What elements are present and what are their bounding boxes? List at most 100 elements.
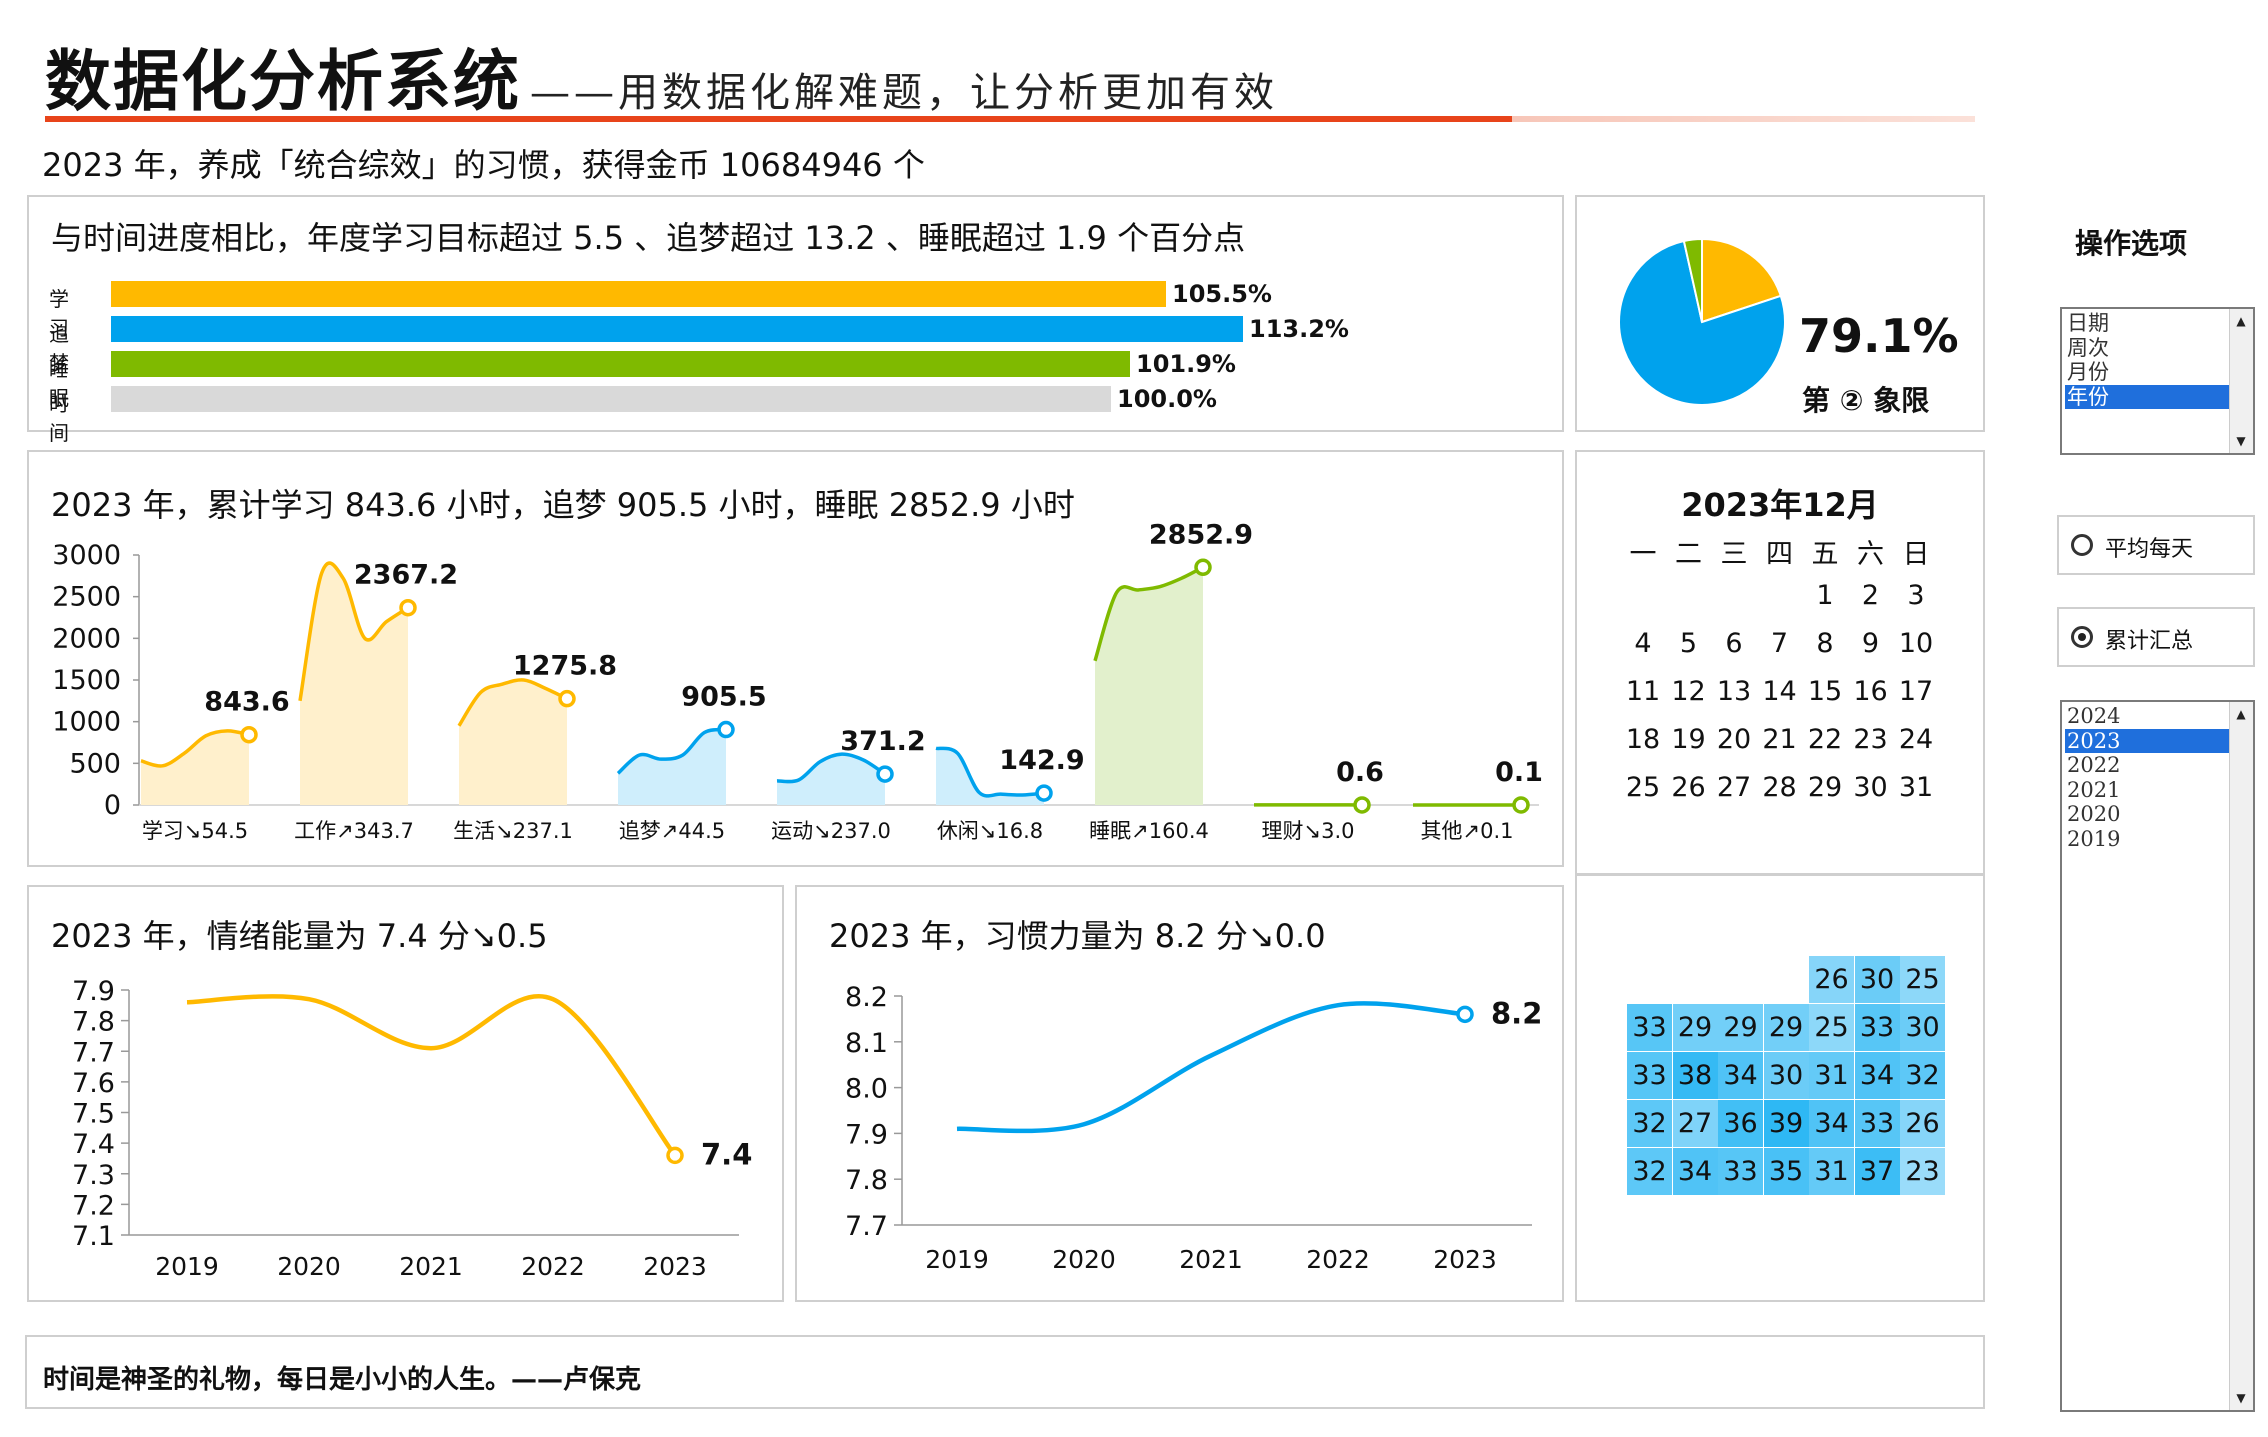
calendar-day[interactable]: 19 bbox=[1667, 724, 1711, 755]
scroll-down-icon[interactable]: ▼ bbox=[2230, 1386, 2252, 1410]
heatmap-cell[interactable]: 34 bbox=[1718, 1052, 1763, 1099]
calendar-day[interactable]: 24 bbox=[1894, 724, 1938, 755]
scroll-up-icon[interactable]: ▲ bbox=[2230, 309, 2252, 333]
heatmap-cell[interactable]: 33 bbox=[1718, 1148, 1763, 1195]
calendar-day[interactable]: 9 bbox=[1849, 628, 1893, 659]
heatmap-cell[interactable]: 29 bbox=[1718, 1004, 1763, 1051]
heatmap-cell[interactable]: 39 bbox=[1763, 1100, 1809, 1147]
end-marker bbox=[1353, 796, 1371, 814]
calendar-day[interactable]: 11 bbox=[1621, 676, 1665, 707]
listbox-option[interactable]: 2022 bbox=[2065, 753, 2229, 777]
heatmap-cell[interactable]: 30 bbox=[1900, 1004, 1945, 1051]
calendar-day[interactable]: 30 bbox=[1849, 772, 1893, 803]
progress-bar bbox=[111, 351, 1131, 377]
calendar-day[interactable]: 5 bbox=[1667, 628, 1711, 659]
radio-option[interactable]: 平均每天 bbox=[2057, 515, 2255, 575]
heatmap-cell[interactable]: 33 bbox=[1854, 1100, 1900, 1147]
calendar-day[interactable]: 13 bbox=[1712, 676, 1756, 707]
calendar-day[interactable]: 28 bbox=[1758, 772, 1802, 803]
heatmap-cell[interactable]: 34 bbox=[1854, 1052, 1900, 1099]
category-label: 运动↘237.0 bbox=[771, 819, 891, 843]
calendar-day[interactable]: 6 bbox=[1712, 628, 1756, 659]
listbox-option[interactable]: 2023 bbox=[2065, 728, 2229, 753]
series-line bbox=[186, 994, 677, 1157]
heatmap-cell[interactable]: 33 bbox=[1854, 1004, 1900, 1051]
heatmap-cell[interactable]: 29 bbox=[1672, 1004, 1718, 1051]
listbox-option[interactable]: 2021 bbox=[2065, 778, 2229, 802]
heatmap-cell[interactable]: 26 bbox=[1900, 1100, 1945, 1147]
heatmap-cell[interactable]: 26 bbox=[1809, 956, 1854, 1003]
radio-label: 累计汇总 bbox=[2105, 629, 2194, 654]
quote-text: 时间是神圣的礼物，每日是小小的人生。——卢保克 bbox=[43, 1365, 642, 1395]
calendar-day[interactable]: 8 bbox=[1803, 628, 1847, 659]
heatmap-cell[interactable]: 27 bbox=[1672, 1100, 1718, 1147]
heatmap-cell[interactable]: 32 bbox=[1627, 1148, 1672, 1195]
end-marker bbox=[1035, 784, 1053, 802]
listbox-option[interactable]: 2020 bbox=[2065, 802, 2229, 826]
calendar-day[interactable]: 29 bbox=[1803, 772, 1847, 803]
heatmap-cell[interactable]: 32 bbox=[1627, 1100, 1672, 1147]
heatmap-cell[interactable]: 35 bbox=[1763, 1148, 1809, 1195]
heatmap-cell[interactable]: 30 bbox=[1763, 1052, 1809, 1099]
heatmap-cell[interactable]: 25 bbox=[1809, 1004, 1854, 1051]
radio-option[interactable]: 累计汇总 bbox=[2057, 607, 2255, 667]
calendar-day[interactable]: 4 bbox=[1621, 628, 1665, 659]
heatmap-cell[interactable]: 23 bbox=[1900, 1148, 1945, 1195]
y-tick-label: 1000 bbox=[52, 707, 121, 738]
heatmap-cell[interactable]: 32 bbox=[1900, 1052, 1945, 1099]
calendar-day[interactable]: 7 bbox=[1758, 628, 1802, 659]
heatmap-cell[interactable]: 29 bbox=[1763, 1004, 1809, 1051]
calendar-day[interactable]: 12 bbox=[1667, 676, 1711, 707]
radio-checked-icon[interactable] bbox=[2071, 626, 2093, 648]
calendar-day[interactable]: 21 bbox=[1758, 724, 1802, 755]
year-listbox-scrollbar[interactable]: ▲ ▼ bbox=[2229, 702, 2253, 1410]
calendar-day[interactable]: 17 bbox=[1894, 676, 1938, 707]
quadrant-pie-chart bbox=[1618, 237, 1786, 406]
calendar-day[interactable]: 15 bbox=[1803, 676, 1847, 707]
calendar-day[interactable]: 20 bbox=[1712, 724, 1756, 755]
year-listbox[interactable]: 2024 2023 2022 2021 2020 2019 ▲ ▼ bbox=[2060, 700, 2255, 1412]
calendar-day[interactable]: 1 bbox=[1803, 580, 1847, 611]
listbox-option[interactable]: 月份 bbox=[2065, 360, 2229, 384]
y-tick-label: 0 bbox=[104, 790, 121, 821]
calendar-month-title: 2023年12月 bbox=[1681, 486, 1879, 524]
calendar-day[interactable]: 14 bbox=[1758, 676, 1802, 707]
calendar-day[interactable]: 18 bbox=[1621, 724, 1665, 755]
heatmap-cell[interactable]: 33 bbox=[1627, 1052, 1672, 1099]
category-label: 睡眠↗160.4 bbox=[1089, 819, 1209, 843]
heatmap-cell[interactable]: 31 bbox=[1809, 1052, 1854, 1099]
calendar-day[interactable]: 22 bbox=[1803, 724, 1847, 755]
calendar-day[interactable]: 31 bbox=[1894, 772, 1938, 803]
calendar-day[interactable]: 2 bbox=[1849, 580, 1893, 611]
heatmap-cell[interactable]: 33 bbox=[1627, 1004, 1672, 1051]
calendar-day[interactable]: 10 bbox=[1894, 628, 1938, 659]
calendar-day[interactable]: 23 bbox=[1849, 724, 1893, 755]
calendar-weekday: 四 bbox=[1766, 539, 1793, 570]
calendar-day[interactable]: 16 bbox=[1849, 676, 1893, 707]
calendar-day[interactable]: 3 bbox=[1894, 580, 1938, 611]
category-label: 学习↘54.5 bbox=[142, 819, 248, 843]
calendar-day[interactable]: 26 bbox=[1667, 772, 1711, 803]
category-label: 工作↗343.7 bbox=[294, 819, 414, 843]
heatmap-cell[interactable]: 34 bbox=[1672, 1148, 1718, 1195]
heatmap-cell[interactable]: 31 bbox=[1809, 1148, 1854, 1195]
scroll-down-icon[interactable]: ▼ bbox=[2230, 429, 2252, 453]
listbox-option[interactable]: 年份 bbox=[2065, 384, 2229, 409]
radio-unchecked-icon[interactable] bbox=[2071, 534, 2093, 556]
period-listbox-scrollbar[interactable]: ▲ ▼ bbox=[2229, 309, 2253, 453]
heatmap-cell[interactable]: 36 bbox=[1718, 1100, 1763, 1147]
listbox-option[interactable]: 2024 bbox=[2065, 704, 2229, 728]
heatmap-cell[interactable]: 34 bbox=[1809, 1100, 1854, 1147]
calendar-day[interactable]: 25 bbox=[1621, 772, 1665, 803]
listbox-option[interactable]: 日期 bbox=[2065, 311, 2229, 335]
y-tick-label: 7.9 bbox=[845, 1119, 888, 1150]
calendar-day[interactable]: 27 bbox=[1712, 772, 1756, 803]
heatmap-cell[interactable]: 38 bbox=[1672, 1052, 1718, 1099]
heatmap-cell[interactable]: 37 bbox=[1854, 1148, 1900, 1195]
scroll-up-icon[interactable]: ▲ bbox=[2230, 702, 2252, 726]
period-listbox[interactable]: 日期 周次 月份 年份 ▲ ▼ bbox=[2060, 307, 2255, 455]
listbox-option[interactable]: 周次 bbox=[2065, 336, 2229, 360]
heatmap-cell[interactable]: 25 bbox=[1900, 956, 1945, 1003]
listbox-option[interactable]: 2019 bbox=[2065, 827, 2229, 851]
heatmap-cell[interactable]: 30 bbox=[1854, 956, 1900, 1003]
